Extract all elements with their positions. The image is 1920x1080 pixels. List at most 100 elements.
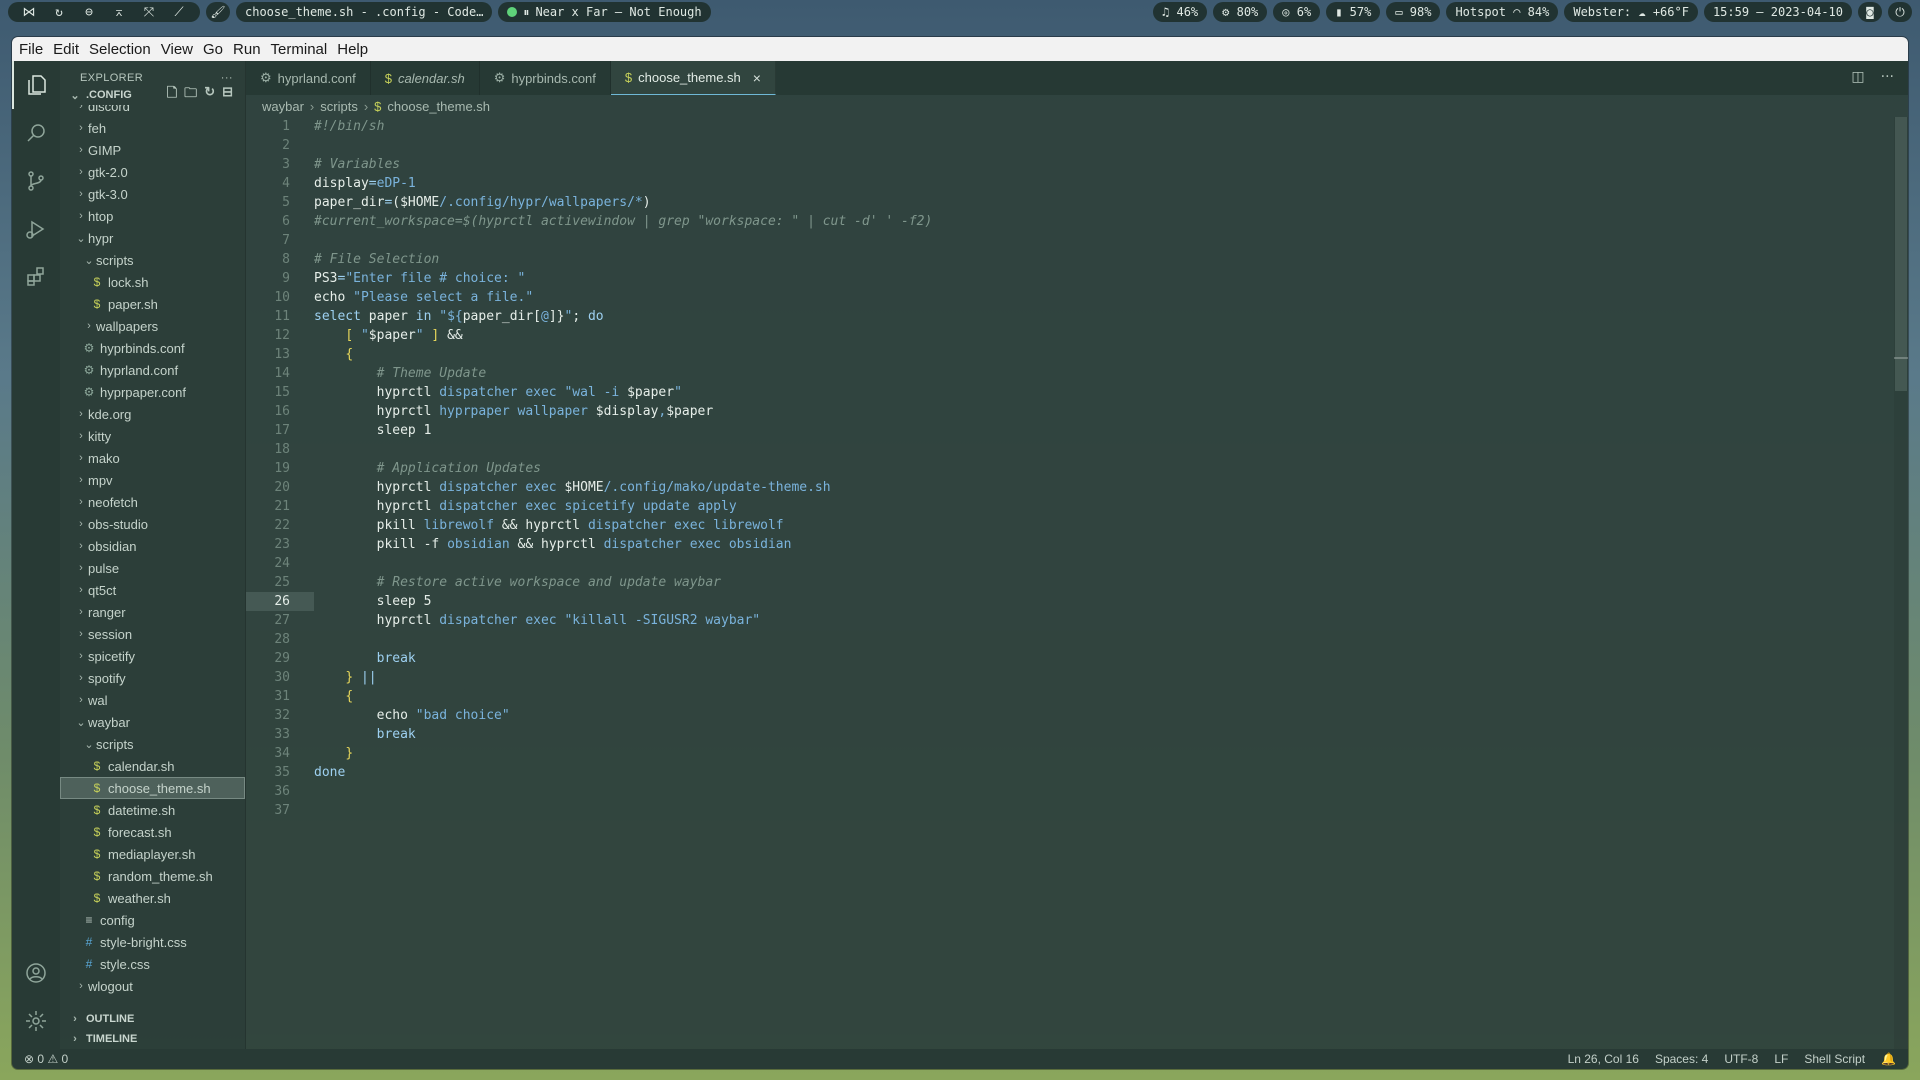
tree-folder[interactable]: › discord xyxy=(60,105,245,117)
spotify-icon[interactable]: ⊖ xyxy=(74,5,104,20)
tab-hyprland-conf[interactable]: ⚙ hyprland.conf xyxy=(246,61,371,95)
tree-folder[interactable]: › kde.org xyxy=(60,403,245,425)
breadcrumb-item[interactable]: waybar xyxy=(262,99,304,114)
power-icon[interactable]: ⏻ xyxy=(1888,2,1912,22)
menu-help[interactable]: Help xyxy=(332,41,373,58)
tree-folder[interactable]: › pulse xyxy=(60,557,245,579)
tree-folder[interactable]: ⌄ scripts xyxy=(60,249,245,271)
menu-terminal[interactable]: Terminal xyxy=(266,41,333,58)
tree-file[interactable]: ⚙ hyprbinds.conf xyxy=(60,337,245,359)
status-gpu[interactable]: ◎ 6% xyxy=(1273,2,1321,22)
status-battery[interactable]: ▭ 98% xyxy=(1386,2,1441,22)
config-root-header[interactable]: ⌄ .CONFIG 🗋 🗀 ↻ ⊟ xyxy=(60,84,245,106)
tree-folder[interactable]: › kitty xyxy=(60,425,245,447)
menu-edit[interactable]: Edit xyxy=(48,41,84,58)
collapse-all-icon[interactable]: ⊟ xyxy=(222,84,233,106)
tab-hyprbinds-conf[interactable]: ⚙ hyprbinds.conf xyxy=(480,61,611,95)
tree-folder[interactable]: › obsidian xyxy=(60,535,245,557)
tree-file[interactable]: ⚙ hyprpaper.conf xyxy=(60,381,245,403)
status-headphones[interactable]: ♫ 46% xyxy=(1153,2,1208,22)
cursor-position[interactable]: Ln 26, Col 16 xyxy=(1568,1052,1639,1066)
tree-file[interactable]: $ forecast.sh xyxy=(60,821,245,843)
refresh-explorer-icon[interactable]: ↻ xyxy=(204,84,215,106)
settings-gear-icon[interactable] xyxy=(12,997,60,1045)
encoding[interactable]: UTF-8 xyxy=(1724,1052,1758,1066)
tree-folder[interactable]: › neofetch xyxy=(60,491,245,513)
tree-file[interactable]: # style-bright.css xyxy=(60,931,245,953)
code-editor[interactable]: 1 #!/bin/sh 2 3 # Variables 4 display=eDP-1 5 pa… xyxy=(246,117,1888,1049)
refresh-icon[interactable]: ↻ xyxy=(44,5,74,20)
tree-file[interactable]: # style.css xyxy=(60,953,245,975)
menu-file[interactable]: File xyxy=(14,41,48,58)
tree-folder[interactable]: › wal xyxy=(60,689,245,711)
new-folder-icon[interactable]: 🗀 xyxy=(184,84,197,106)
menu-go[interactable]: Go xyxy=(198,41,228,58)
menu-run[interactable]: Run xyxy=(228,41,266,58)
extensions-icon[interactable] xyxy=(12,253,60,301)
tree-file[interactable]: $ calendar.sh xyxy=(60,755,245,777)
tree-folder[interactable]: › mpv xyxy=(60,469,245,491)
tree-folder[interactable]: › htop xyxy=(60,205,245,227)
tree-file[interactable]: $ weather.sh xyxy=(60,887,245,909)
tree-folder[interactable]: ⌄ hypr xyxy=(60,227,245,249)
tree-folder[interactable]: › obs-studio xyxy=(60,513,245,535)
brush-icon[interactable]: 🖌 xyxy=(206,2,230,22)
tree-file[interactable]: $ random_theme.sh xyxy=(60,865,245,887)
breadcrumb-item[interactable]: choose_theme.sh xyxy=(387,99,490,114)
split-editor-icon[interactable]: ◫ xyxy=(1851,69,1864,85)
menu-view[interactable]: View xyxy=(156,41,198,58)
tree-folder[interactable]: › wallpapers xyxy=(60,315,245,337)
tree-folder[interactable]: ⌄ waybar xyxy=(60,711,245,733)
tree-folder[interactable]: › qt5ct xyxy=(60,579,245,601)
editor-scrollbar[interactable] xyxy=(1894,117,1908,1049)
tree-file[interactable]: $ choose_theme.sh xyxy=(60,777,245,799)
arch-logo-icon[interactable]: ⋈ xyxy=(14,5,44,20)
explorer-icon[interactable] xyxy=(12,61,60,109)
tree-folder[interactable]: › spicetify xyxy=(60,645,245,667)
tree-folder[interactable]: › wlogout xyxy=(60,975,245,997)
status-clock[interactable]: 15:59 – 2023-04-10 xyxy=(1703,2,1852,22)
tool-icon[interactable]: ⌅ xyxy=(104,5,134,20)
breadcrumb-item[interactable]: scripts xyxy=(320,99,358,114)
tree-folder[interactable]: › mako xyxy=(60,447,245,469)
tree-folder[interactable]: › gtk-2.0 xyxy=(60,161,245,183)
search-icon[interactable] xyxy=(12,109,60,157)
indentation[interactable]: Spaces: 4 xyxy=(1655,1052,1708,1066)
tree-folder[interactable]: › ranger xyxy=(60,601,245,623)
tab-calendar-sh[interactable]: $ calendar.sh xyxy=(371,61,480,95)
tree-file[interactable]: ⚙ hyprland.conf xyxy=(60,359,245,381)
status-wifi[interactable]: Hotspot ◠ 84% xyxy=(1446,2,1559,22)
close-icon[interactable]: × xyxy=(753,70,761,86)
tree-folder[interactable]: › GIMP xyxy=(60,139,245,161)
outline-section[interactable]: › OUTLINE xyxy=(60,1009,245,1029)
media-player[interactable]: ⏸ Near x Far – Not Enough xyxy=(498,2,711,22)
new-file-icon[interactable]: 🗋 xyxy=(167,84,177,106)
tree-folder[interactable]: ⌄ scripts xyxy=(60,733,245,755)
end-of-line[interactable]: LF xyxy=(1774,1052,1788,1066)
tree-folder[interactable]: › spotify xyxy=(60,667,245,689)
scroll-thumb[interactable] xyxy=(1895,117,1907,391)
timeline-section[interactable]: › TIMELINE xyxy=(60,1029,245,1049)
tab-choose_theme-sh[interactable]: $ choose_theme.sh × xyxy=(610,61,776,95)
more-actions-icon[interactable]: ··· xyxy=(221,72,233,84)
language-mode[interactable]: Shell Script xyxy=(1804,1052,1865,1066)
source-control-icon[interactable] xyxy=(12,157,60,205)
status-weather[interactable]: Webster: ☁ +66°F xyxy=(1564,2,1698,22)
tree-file[interactable]: $ paper.sh xyxy=(60,293,245,315)
status-memory[interactable]: ▮ 57% xyxy=(1326,2,1381,22)
tree-folder[interactable]: › gtk-3.0 xyxy=(60,183,245,205)
notifications-bell-icon[interactable]: 🔔 xyxy=(1881,1052,1896,1066)
tree-file[interactable]: $ datetime.sh xyxy=(60,799,245,821)
tools-icon[interactable]: ⤧ xyxy=(134,5,164,20)
tree-folder[interactable]: › session xyxy=(60,623,245,645)
tree-file[interactable]: $ mediaplayer.sh xyxy=(60,843,245,865)
status-cpu[interactable]: ⚙ 80% xyxy=(1213,2,1268,22)
discord-icon[interactable]: ◙ xyxy=(1858,2,1882,22)
tree-folder[interactable]: › feh xyxy=(60,117,245,139)
problems-indicator[interactable]: ⊗ 0 ⚠ 0 xyxy=(24,1052,68,1066)
account-icon[interactable] xyxy=(12,949,60,997)
editor-more-icon[interactable]: ··· xyxy=(1881,69,1894,85)
pause-icon[interactable]: ⏸ xyxy=(523,5,529,20)
run-debug-icon[interactable] xyxy=(12,205,60,253)
tree-file[interactable]: ≡ config xyxy=(60,909,245,931)
